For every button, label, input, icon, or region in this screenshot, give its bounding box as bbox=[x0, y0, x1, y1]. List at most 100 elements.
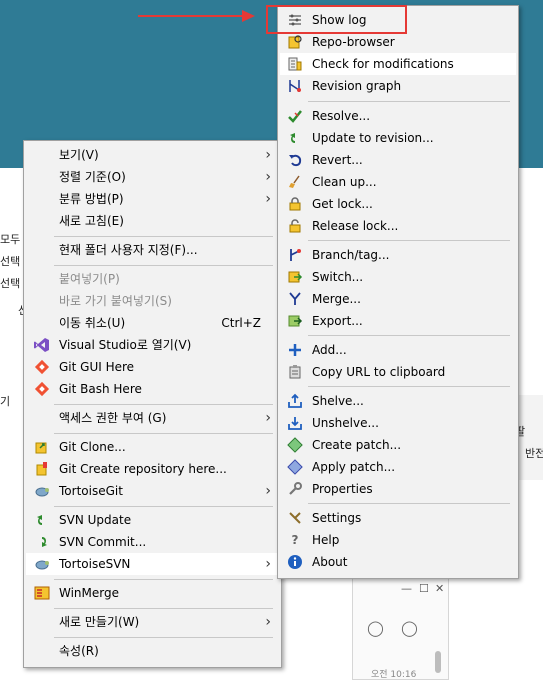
winmerge-icon bbox=[34, 585, 50, 601]
menu-item-git-clone[interactable]: Git Clone... bbox=[26, 436, 279, 458]
menu-item-branch-tag[interactable]: Branch/tag... bbox=[280, 244, 516, 266]
menu-item-release-lock[interactable]: Release lock... bbox=[280, 215, 516, 237]
menu-item-svn-commit[interactable]: SVN Commit... bbox=[26, 531, 279, 553]
git-clone-icon bbox=[34, 439, 50, 455]
menu-item-refresh[interactable]: 새로 고침(E) bbox=[26, 210, 279, 232]
menu-item-label: Revert... bbox=[312, 153, 363, 167]
info-icon bbox=[287, 554, 303, 570]
menu-item-create-patch[interactable]: Create patch... bbox=[280, 434, 516, 456]
menu-item-git-bash[interactable]: Git Bash Here bbox=[26, 378, 279, 400]
menu-item-label: Git GUI Here bbox=[59, 360, 135, 374]
menu-item-label: Switch... bbox=[312, 270, 364, 284]
annotation-highlight-box bbox=[266, 5, 407, 34]
menu-item-open-visual-studio[interactable]: Visual Studio로 열기(V) bbox=[26, 334, 279, 356]
menu-item-get-lock[interactable]: Get lock... bbox=[280, 193, 516, 215]
menu-item-label: Export... bbox=[312, 314, 363, 328]
explorer-text-fragment: 선택 bbox=[0, 277, 21, 290]
menu-item-undo-move[interactable]: 이동 취소(U) Ctrl+Z bbox=[26, 312, 279, 334]
menu-item-properties[interactable]: Properties bbox=[280, 478, 516, 500]
scrollbar-thumb[interactable] bbox=[435, 651, 441, 673]
menu-item-group[interactable]: 분류 방법(P) › bbox=[26, 188, 279, 210]
menu-item-revert[interactable]: Revert... bbox=[280, 149, 516, 171]
menu-item-give-access[interactable]: 액세스 권한 부여 (G) › bbox=[26, 407, 279, 429]
menu-item-label: 새로 고침(E) bbox=[59, 214, 124, 228]
visual-studio-icon bbox=[34, 337, 50, 353]
menu-separator bbox=[54, 579, 273, 580]
menu-item-customize-folder[interactable]: 현재 폴더 사용자 지정(F)... bbox=[26, 239, 279, 261]
menu-item-label: 새로 만들기(W) bbox=[59, 615, 140, 629]
menu-item-resolve[interactable]: Resolve... bbox=[280, 105, 516, 127]
svn-update-icon bbox=[34, 512, 50, 528]
clipboard-icon bbox=[287, 364, 303, 380]
explorer-text-fragment: 모두 bbox=[0, 233, 21, 246]
menu-item-label: Create patch... bbox=[312, 438, 402, 452]
chat-add-icon[interactable]: ◯ bbox=[401, 619, 418, 637]
menu-item-label: Branch/tag... bbox=[312, 248, 390, 262]
menu-separator bbox=[308, 503, 510, 504]
menu-item-switch[interactable]: Switch... bbox=[280, 266, 516, 288]
menu-item-label: Release lock... bbox=[312, 219, 399, 233]
update-icon bbox=[287, 130, 303, 146]
menu-item-label: SVN Commit... bbox=[59, 535, 147, 549]
menu-separator bbox=[54, 433, 273, 434]
menu-separator bbox=[54, 265, 273, 266]
broom-icon bbox=[287, 174, 303, 190]
menu-separator bbox=[54, 637, 273, 638]
menu-item-apply-patch[interactable]: Apply patch... bbox=[280, 456, 516, 478]
menu-item-label: Add... bbox=[312, 343, 347, 357]
menu-separator bbox=[308, 101, 510, 102]
menu-item-export[interactable]: Export... bbox=[280, 310, 516, 332]
menu-item-unshelve[interactable]: Unshelve... bbox=[280, 412, 516, 434]
menu-item-revision-graph[interactable]: Revision graph bbox=[280, 75, 516, 97]
menu-item-label: 속성(R) bbox=[59, 644, 99, 658]
patch-icon bbox=[287, 459, 303, 475]
minimize-icon[interactable]: — bbox=[401, 582, 412, 595]
menu-item-add[interactable]: Add... bbox=[280, 339, 516, 361]
unlock-icon bbox=[287, 218, 303, 234]
menu-item-label: Unshelve... bbox=[312, 416, 379, 430]
explorer-text-fragment: 선택 bbox=[0, 255, 21, 268]
menu-item-clean-up[interactable]: Clean up... bbox=[280, 171, 516, 193]
menu-item-about[interactable]: About bbox=[280, 551, 516, 573]
chevron-right-icon: › bbox=[265, 410, 271, 426]
menu-item-view[interactable]: 보기(V) › bbox=[26, 144, 279, 166]
menu-item-label: 보기(V) bbox=[59, 148, 99, 162]
menu-item-properties[interactable]: 속성(R) bbox=[26, 640, 279, 662]
menu-item-tortoise-svn[interactable]: TortoiseSVN › bbox=[26, 553, 279, 575]
menu-item-update-to-revision[interactable]: Update to revision... bbox=[280, 127, 516, 149]
chevron-right-icon: › bbox=[265, 191, 271, 207]
menu-item-label: Git Bash Here bbox=[59, 382, 142, 396]
chat-window: — ☐ ✕ ◯ ◯ 오전 10:16 bbox=[352, 578, 449, 680]
menu-item-merge[interactable]: Merge... bbox=[280, 288, 516, 310]
menu-item-label: 이동 취소(U) bbox=[59, 316, 126, 330]
menu-item-copy-url[interactable]: Copy URL to clipboard bbox=[280, 361, 516, 383]
menu-item-repo-browser[interactable]: Repo-browser bbox=[280, 31, 516, 53]
chevron-right-icon: › bbox=[265, 483, 271, 499]
menu-item-label: Apply patch... bbox=[312, 460, 396, 474]
close-icon[interactable]: ✕ bbox=[435, 582, 444, 595]
resolve-icon bbox=[287, 108, 303, 124]
menu-item-new[interactable]: 새로 만들기(W) › bbox=[26, 611, 279, 633]
menu-item-label: Copy URL to clipboard bbox=[312, 365, 446, 379]
menu-separator bbox=[54, 608, 273, 609]
menu-separator bbox=[54, 404, 273, 405]
menu-item-label: Merge... bbox=[312, 292, 361, 306]
wrench-icon bbox=[287, 481, 303, 497]
menu-item-label: Update to revision... bbox=[312, 131, 434, 145]
menu-item-shelve[interactable]: Shelve... bbox=[280, 390, 516, 412]
menu-item-git-gui[interactable]: Git GUI Here bbox=[26, 356, 279, 378]
shelve-icon bbox=[287, 393, 303, 409]
menu-item-label: 바로 가기 붙여넣기(S) bbox=[59, 294, 172, 308]
menu-item-svn-update[interactable]: SVN Update bbox=[26, 509, 279, 531]
chat-bubble-icon[interactable]: ◯ bbox=[367, 619, 384, 637]
menu-item-check-modifications[interactable]: Check for modifications bbox=[280, 53, 516, 75]
menu-item-tortoise-git[interactable]: TortoiseGit › bbox=[26, 480, 279, 502]
menu-item-git-create-repo[interactable]: Git Create repository here... bbox=[26, 458, 279, 480]
menu-item-label: TortoiseSVN bbox=[59, 557, 131, 571]
menu-separator bbox=[54, 236, 273, 237]
maximize-icon[interactable]: ☐ bbox=[419, 582, 429, 595]
menu-item-sort[interactable]: 정렬 기준(O) › bbox=[26, 166, 279, 188]
menu-item-settings[interactable]: Settings bbox=[280, 507, 516, 529]
menu-item-help[interactable]: ? Help bbox=[280, 529, 516, 551]
menu-item-winmerge[interactable]: WinMerge bbox=[26, 582, 279, 604]
